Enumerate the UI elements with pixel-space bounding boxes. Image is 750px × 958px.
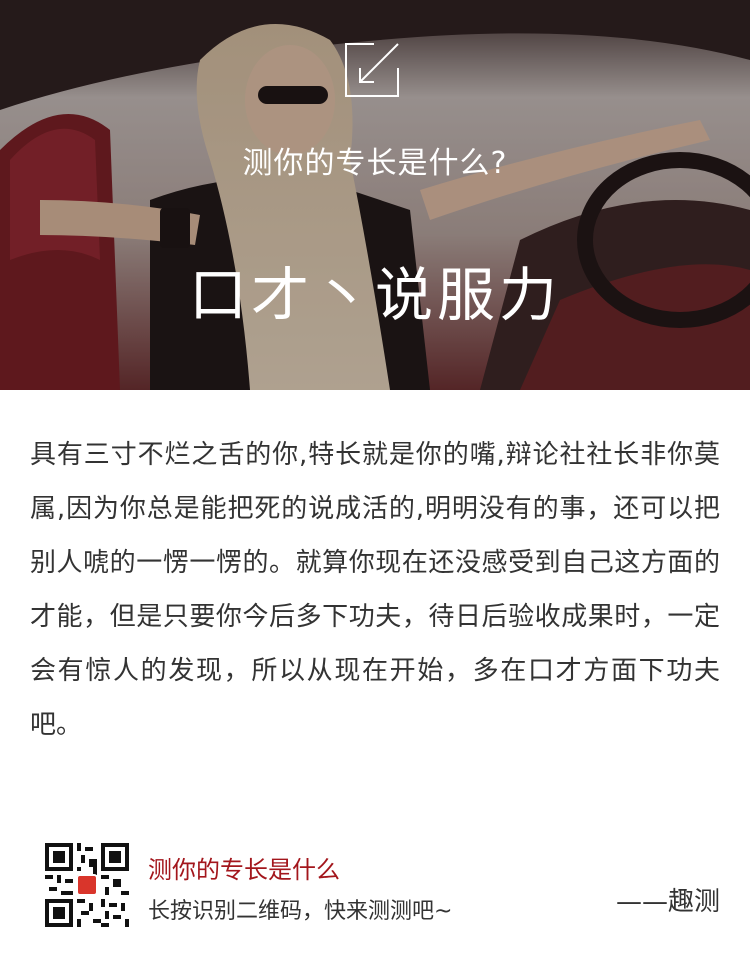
hero-banner: 测你的专长是什么? 口才丶说服力 <box>0 0 750 390</box>
result-title: 口才丶说服力 <box>188 261 561 329</box>
qr-logo-icon <box>76 874 98 896</box>
footer-title: 测你的专长是什么 <box>148 856 340 884</box>
footer-subtitle: 长按识别二维码，快来测测吧~ <box>148 899 453 924</box>
signature: ——趣测 <box>615 887 720 917</box>
share-icon[interactable] <box>344 42 400 98</box>
hero-subtitle: 测你的专长是什么? <box>242 146 508 181</box>
result-description: 具有三寸不烂之舌的你,特长就是你的嘴,辩论社社长非你莫属,因为你总是能把死的说成… <box>30 440 720 740</box>
